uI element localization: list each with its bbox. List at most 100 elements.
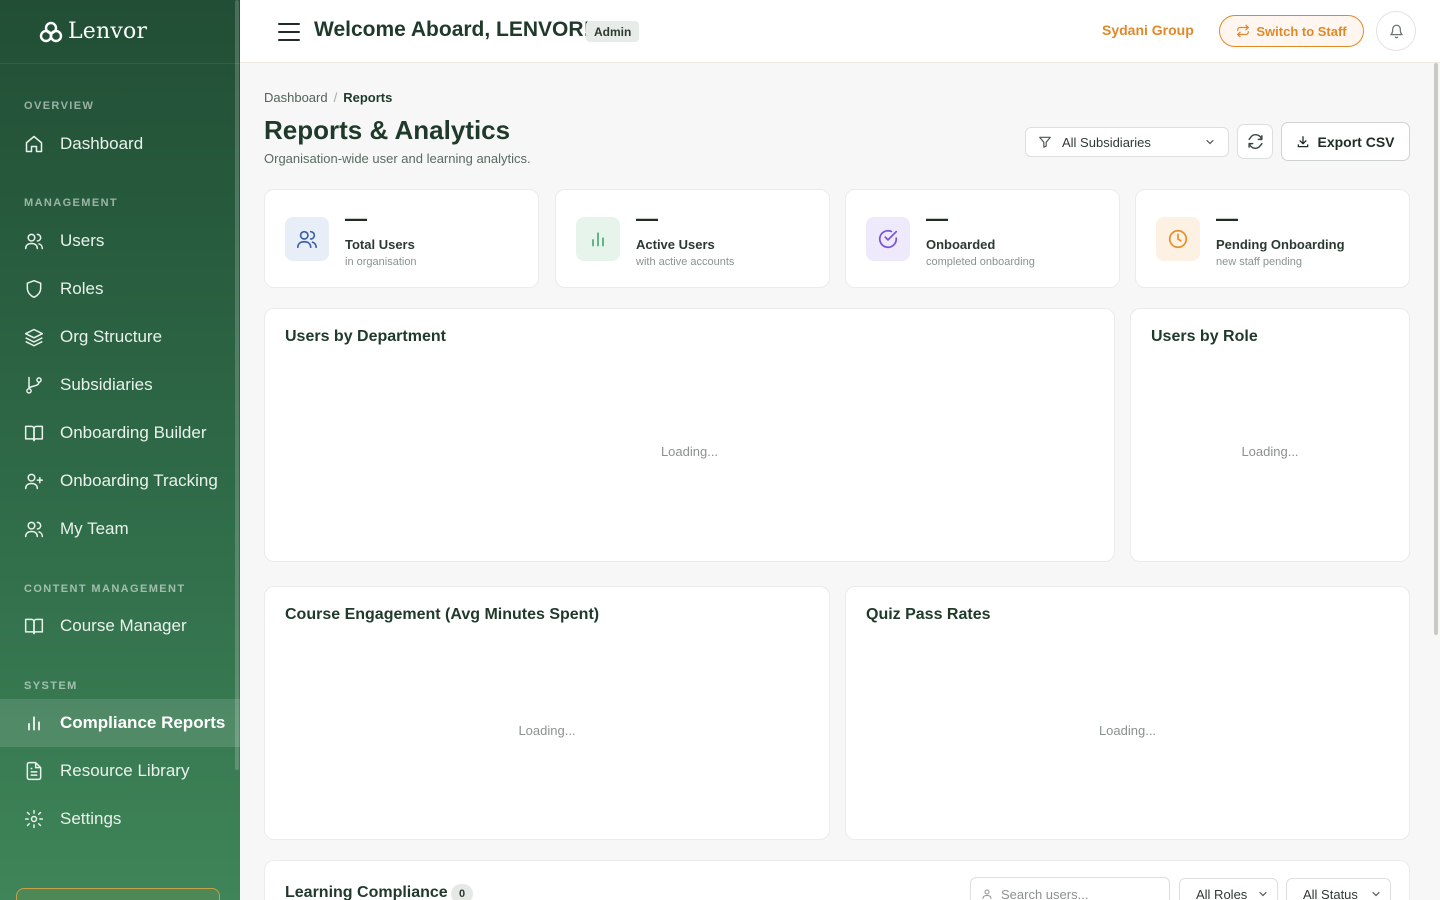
- git-branch-icon: [24, 375, 44, 395]
- gear-icon: [24, 809, 44, 829]
- top-bar: Welcome Aboard, LENVOR! Admin Sydani Gro…: [240, 0, 1440, 63]
- sidebar-footer-card[interactable]: [16, 888, 220, 900]
- stat-sublabel: with active accounts: [636, 256, 735, 268]
- stat-card-pending-onboarding: — Pending Onboarding new staff pending: [1135, 189, 1410, 288]
- stat-label: Active Users: [636, 237, 715, 252]
- panel-users-by-department: Users by Department Loading...: [264, 308, 1115, 562]
- bar-chart-icon: [576, 217, 620, 261]
- loading-text: Loading...: [1098, 723, 1157, 738]
- sidebar-item-label: Course Manager: [60, 616, 187, 635]
- loading-text: Loading...: [518, 723, 576, 738]
- status-filter-value: All Status: [1303, 886, 1358, 900]
- sidebar-item-label: Compliance Reports: [60, 713, 226, 732]
- role-badge: Admin: [586, 21, 640, 42]
- panel-title: Users by Department: [285, 328, 446, 345]
- sidebar-item-roles[interactable]: Roles: [0, 265, 240, 313]
- export-label: Export CSV: [1317, 133, 1395, 150]
- user-plus-icon: [24, 471, 44, 491]
- hamburger-icon-line: [278, 31, 300, 33]
- users-icon: [24, 231, 44, 251]
- sidebar-item-onboarding-tracking[interactable]: Onboarding Tracking: [0, 457, 240, 505]
- bell-icon: [1389, 24, 1403, 38]
- clock-icon: [1156, 217, 1200, 261]
- main-scrollbar[interactable]: [1434, 63, 1438, 635]
- stat-sublabel: new staff pending: [1216, 256, 1303, 268]
- refresh-button[interactable]: [1237, 124, 1273, 159]
- hamburger-icon: [278, 23, 300, 25]
- sidebar-item-course-manager[interactable]: Course Manager: [0, 602, 240, 650]
- menu-toggle-button[interactable]: [276, 20, 302, 44]
- sidebar-item-label: Org Structure: [60, 327, 163, 346]
- sidebar-item-users[interactable]: Users: [0, 217, 240, 265]
- nav-section-management: Management: [24, 197, 119, 209]
- sidebar-item-label: Settings: [60, 809, 122, 828]
- user-search-icon: [982, 889, 992, 899]
- chevron-down-icon: [1372, 891, 1380, 897]
- page-title: Reports & Analytics: [264, 115, 511, 145]
- stat-label: Pending Onboarding: [1216, 237, 1345, 252]
- sidebar-item-label: Subsidiaries: [60, 375, 153, 394]
- chevron-down-icon: [1259, 891, 1267, 897]
- panel-learning-compliance: Learning Compliance 0 All Roles All Stat…: [264, 860, 1410, 900]
- subsidiary-filter-select[interactable]: All Subsidiaries: [1025, 127, 1229, 157]
- sidebar-item-label: Roles: [60, 279, 104, 298]
- sidebar-item-resource-library[interactable]: Resource Library: [0, 747, 240, 795]
- panel-title: Learning Compliance: [285, 884, 448, 900]
- count-badge: 0: [451, 884, 473, 900]
- sidebar-item-compliance-reports[interactable]: Compliance Reports: [0, 699, 240, 747]
- breadcrumb-current: Reports: [343, 90, 393, 105]
- organisation-name[interactable]: Sydani Group: [1102, 22, 1194, 38]
- sidebar-item-label: Users: [60, 231, 105, 250]
- search-input[interactable]: [1001, 886, 1161, 900]
- sidebar-item-label: My Team: [60, 519, 129, 538]
- export-csv-button[interactable]: Export CSV: [1281, 122, 1410, 161]
- stat-value: —: [926, 206, 948, 231]
- stat-label: Total Users: [345, 237, 415, 252]
- stat-sublabel: in organisation: [345, 256, 417, 268]
- sidebar-item-label: Dashboard: [60, 134, 144, 153]
- book-icon: [24, 423, 44, 443]
- sidebar-item-label: Resource Library: [60, 761, 190, 780]
- sidebar-item-dashboard[interactable]: Dashboard: [0, 120, 240, 168]
- nav-section-overview: Overview: [24, 100, 95, 112]
- stat-value: —: [345, 206, 367, 231]
- sidebar-item-my-team[interactable]: My Team: [0, 505, 240, 553]
- nav-section-content-management: Content Management: [24, 583, 186, 595]
- notifications-button[interactable]: [1376, 11, 1416, 51]
- stat-card-active-users: — Active Users with active accounts: [555, 189, 830, 288]
- panel-users-by-role: Users by Role Loading...: [1130, 308, 1410, 562]
- swap-icon: [1237, 24, 1250, 38]
- subsidiary-filter-value: All Subsidiaries: [1062, 134, 1151, 150]
- stat-label: Onboarded: [926, 237, 996, 252]
- nav-section-system: System: [24, 680, 78, 692]
- stat-value: —: [636, 206, 658, 231]
- brand-name: Lenvor: [68, 19, 148, 44]
- loading-text: Loading...: [660, 444, 719, 459]
- breadcrumb-root[interactable]: Dashboard: [264, 90, 328, 105]
- shield-icon: [24, 279, 44, 299]
- lenvor-logo-icon: [39, 21, 63, 42]
- sidebar-item-label: Onboarding Tracking: [60, 471, 218, 490]
- sidebar-scrollbar[interactable]: [235, 0, 239, 770]
- users-icon: [24, 519, 44, 539]
- panel-quiz-pass-rates: Quiz Pass Rates Loading...: [845, 586, 1410, 840]
- brand[interactable]: Lenvor: [0, 0, 240, 64]
- sidebar-item-onboarding-builder[interactable]: Onboarding Builder: [0, 409, 240, 457]
- breadcrumb: Dashboard / Reports: [264, 90, 392, 105]
- sidebar-item-subsidiaries[interactable]: Subsidiaries: [0, 361, 240, 409]
- filter-icon: [1039, 136, 1051, 148]
- switch-to-staff-button[interactable]: Switch to Staff: [1219, 15, 1364, 47]
- stat-sublabel: completed onboarding: [926, 256, 1035, 268]
- panel-title: Quiz Pass Rates: [866, 606, 991, 623]
- stat-card-total-users: — Total Users in organisation: [264, 189, 539, 288]
- panel-title: Course Engagement (Avg Minutes Spent): [285, 606, 600, 623]
- switch-label: Switch to Staff: [1256, 23, 1347, 39]
- search-users-field[interactable]: [970, 877, 1170, 900]
- sidebar-item-org-structure[interactable]: Org Structure: [0, 313, 240, 361]
- book-icon: [24, 616, 44, 636]
- users-icon: [285, 217, 329, 261]
- sidebar-item-settings[interactable]: Settings: [0, 795, 240, 843]
- refresh-icon: [1247, 134, 1263, 149]
- role-filter-select[interactable]: All Roles: [1179, 878, 1278, 900]
- status-filter-select[interactable]: All Status: [1286, 878, 1391, 900]
